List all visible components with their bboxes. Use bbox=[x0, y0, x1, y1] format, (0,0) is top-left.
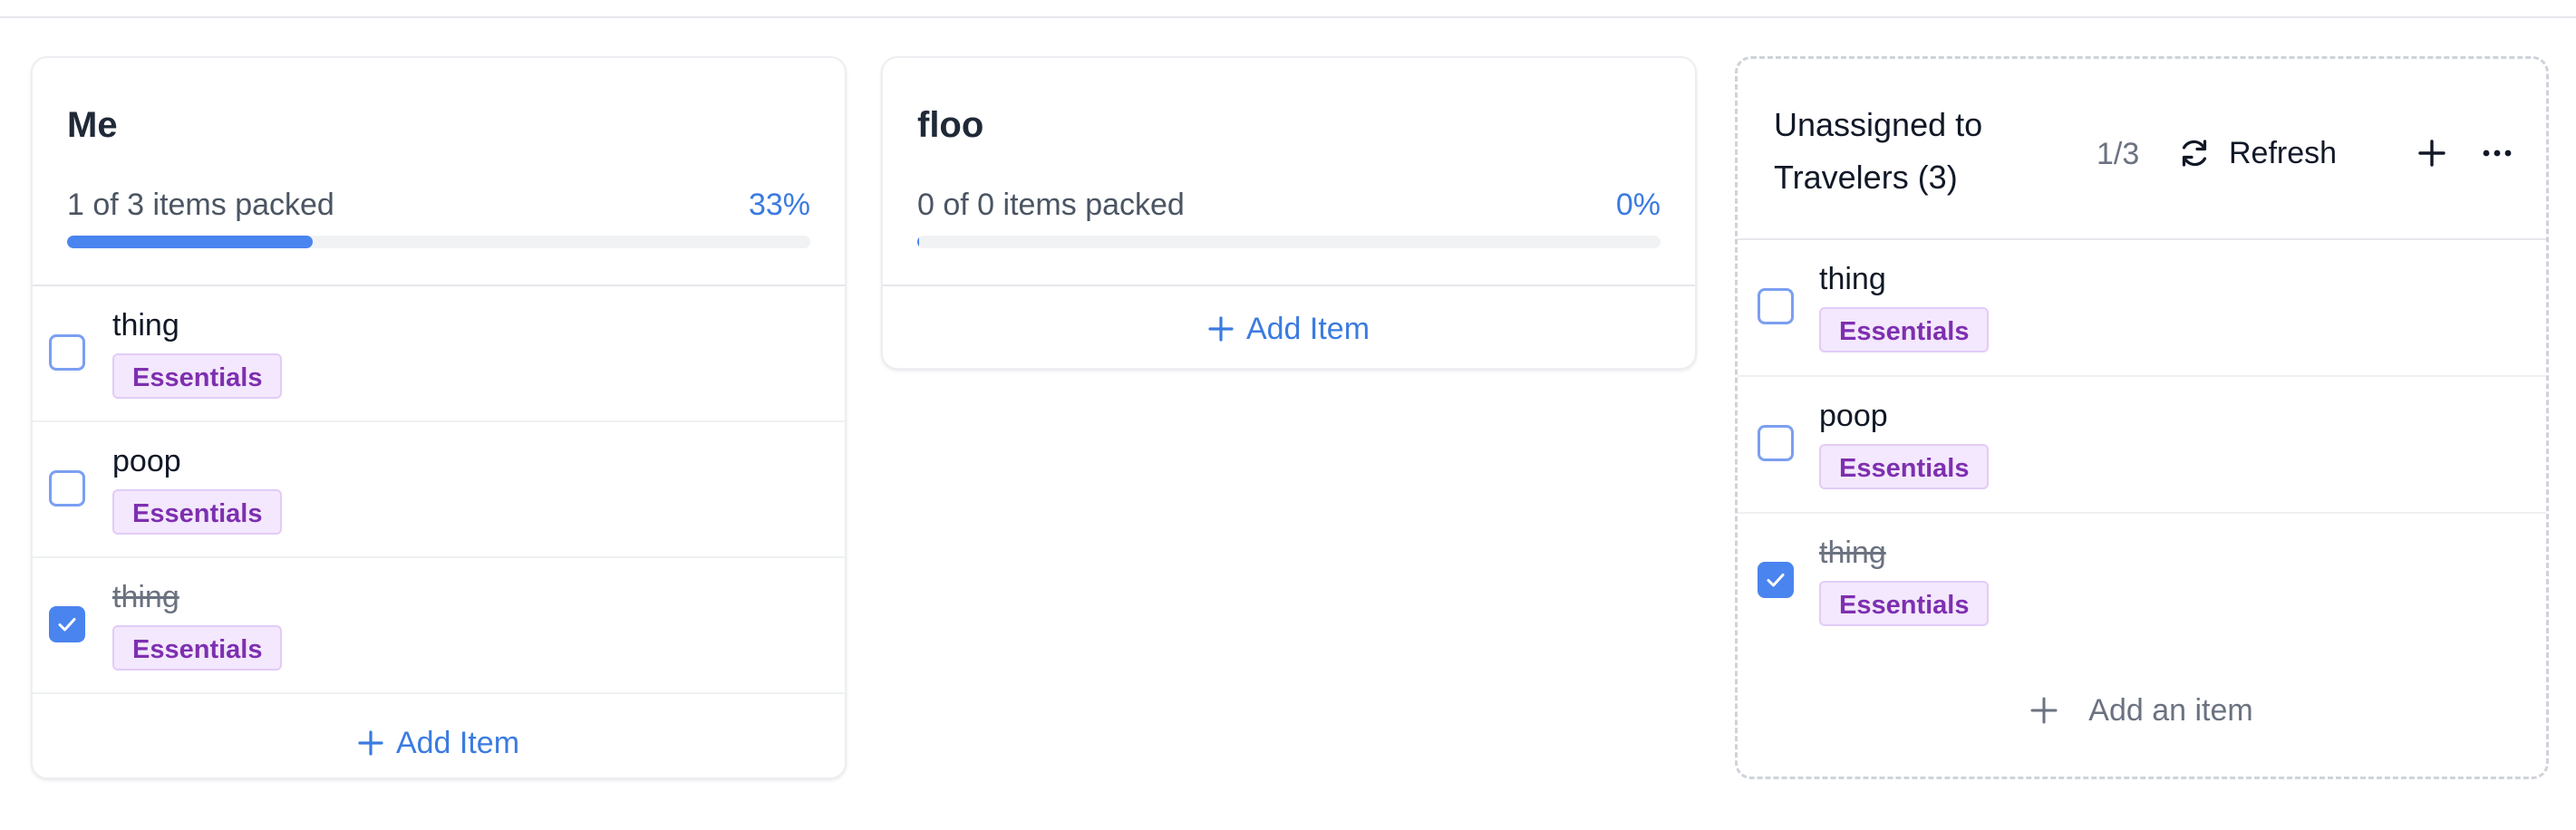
progress-bar-fill bbox=[67, 236, 313, 248]
category-tag: Essentials bbox=[1819, 307, 1990, 352]
list-item[interactable]: poop Essentials bbox=[1738, 377, 2546, 514]
unassigned-column: Unassigned to Travelers (3) 1/3 Refresh bbox=[1735, 56, 2549, 779]
add-button[interactable] bbox=[2410, 131, 2454, 175]
more-horizontal-icon bbox=[2483, 150, 2512, 157]
progress-bar bbox=[917, 236, 1661, 248]
category-tag: Essentials bbox=[112, 353, 283, 399]
page-count: 1/3 bbox=[2097, 137, 2140, 171]
traveler-column-floo: floo 0 of 0 items packed 0% Add Item bbox=[881, 56, 1697, 370]
traveler-column-me: Me 1 of 3 items packed 33% thing Essenti… bbox=[31, 56, 847, 779]
unassigned-item-list: thing Essentials poop Essentials thing E… bbox=[1738, 240, 2546, 651]
progress-bar bbox=[67, 236, 810, 248]
list-item[interactable]: thing Essentials bbox=[33, 558, 845, 694]
column-header: Me 1 of 3 items packed 33% bbox=[33, 58, 845, 286]
category-tag: Essentials bbox=[1819, 581, 1990, 626]
list-item[interactable]: thing Essentials bbox=[1738, 514, 2546, 651]
plus-icon bbox=[1208, 314, 1234, 342]
item-name: thing bbox=[112, 308, 179, 343]
column-title: Me bbox=[67, 105, 118, 145]
item-name: poop bbox=[1819, 399, 1888, 433]
category-tag: Essentials bbox=[112, 489, 283, 535]
column-title: Unassigned to Travelers (3) bbox=[1774, 106, 1983, 196]
progress-percent: 33% bbox=[748, 188, 810, 222]
progress-percent: 0% bbox=[1615, 188, 1661, 222]
column-header: Unassigned to Travelers (3) 1/3 Refresh bbox=[1738, 59, 2546, 240]
check-icon bbox=[1767, 574, 1785, 587]
column-header: floo 0 of 0 items packed 0% bbox=[883, 58, 1695, 286]
add-item-label: Add Item bbox=[395, 726, 520, 760]
plus-icon bbox=[358, 729, 383, 756]
plus-icon bbox=[2030, 697, 2058, 724]
list-item[interactable]: thing Essentials bbox=[33, 286, 845, 422]
item-checkbox[interactable] bbox=[1758, 425, 1794, 461]
category-tag: Essentials bbox=[112, 625, 283, 671]
add-item-label: Add Item bbox=[1245, 312, 1370, 346]
check-icon bbox=[58, 618, 76, 632]
refresh-icon bbox=[2182, 140, 2207, 167]
top-divider bbox=[0, 0, 2576, 18]
more-options-button[interactable] bbox=[2475, 131, 2519, 175]
plus-icon bbox=[2418, 140, 2445, 167]
column-title: floo bbox=[917, 105, 984, 145]
add-an-item-label: Add an item bbox=[2088, 693, 2253, 728]
list-item[interactable]: poop Essentials bbox=[33, 422, 845, 558]
category-tag: Essentials bbox=[1819, 444, 1990, 489]
progress-bar-fill bbox=[917, 236, 919, 248]
refresh-button[interactable]: Refresh bbox=[2176, 128, 2337, 179]
item-checkbox[interactable] bbox=[1758, 288, 1794, 324]
list-item[interactable]: thing Essentials bbox=[1738, 240, 2546, 377]
add-item-button[interactable]: Add Item bbox=[33, 726, 845, 761]
progress-label: 0 of 0 items packed bbox=[917, 188, 1185, 222]
item-checkbox[interactable] bbox=[1758, 562, 1794, 598]
progress-label: 1 of 3 items packed bbox=[67, 188, 334, 222]
item-name: poop bbox=[112, 444, 181, 478]
add-an-item-button[interactable]: Add an item bbox=[1738, 693, 2546, 729]
item-name: thing bbox=[1819, 262, 1886, 296]
item-checkbox[interactable] bbox=[49, 334, 85, 371]
add-item-button[interactable]: Add Item bbox=[883, 312, 1695, 347]
refresh-label: Refresh bbox=[2229, 135, 2338, 170]
item-checkbox[interactable] bbox=[49, 606, 85, 642]
item-name: thing bbox=[1819, 536, 1886, 570]
item-name: thing bbox=[112, 580, 179, 614]
item-checkbox[interactable] bbox=[49, 470, 85, 507]
packing-board: Me 1 of 3 items packed 33% thing Essenti… bbox=[31, 56, 2549, 781]
